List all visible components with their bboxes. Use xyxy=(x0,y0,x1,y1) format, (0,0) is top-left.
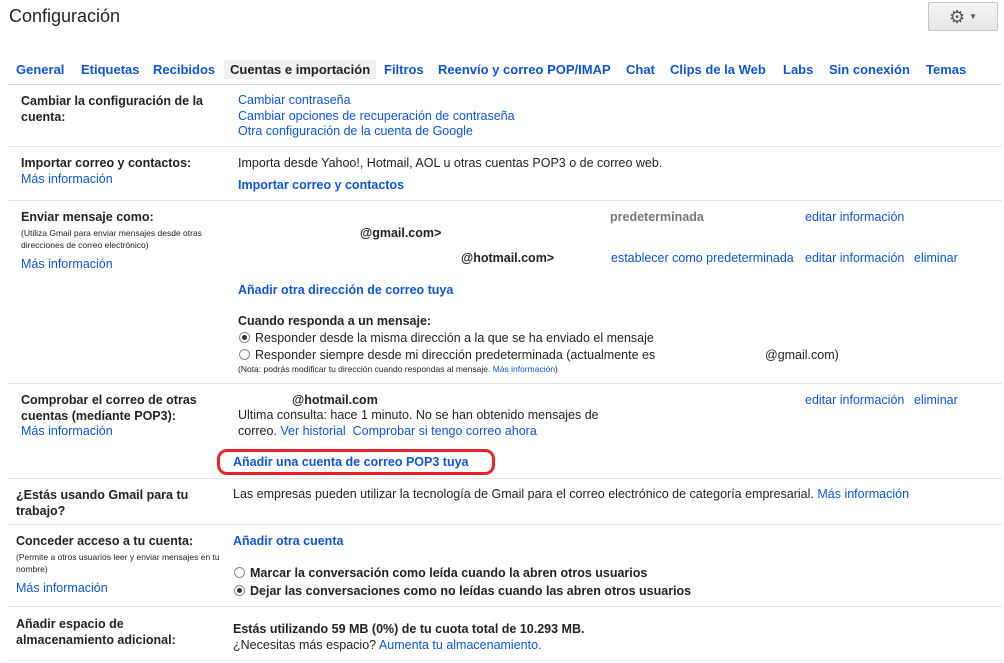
import-more-info-link[interactable]: Más información xyxy=(21,172,113,186)
tab-general[interactable]: General xyxy=(16,62,64,77)
view-history-link[interactable]: Ver historial xyxy=(280,424,345,438)
chevron-down-icon: ▼ xyxy=(969,12,978,21)
check-mail-now-link[interactable]: Comprobar si tengo correo ahora xyxy=(353,424,537,438)
tabs-divider xyxy=(8,84,1002,85)
section-divider xyxy=(8,146,1002,147)
pop3-more-info-link[interactable]: Más información xyxy=(21,424,113,438)
radio-unselected-icon[interactable] xyxy=(239,349,250,360)
pop3-label: Comprobar el correo de otras cuentas (me… xyxy=(21,393,197,423)
storage-more-row: ¿Necesitas más espacio? Aumenta tu almac… xyxy=(233,638,542,652)
tab-etiquetas[interactable]: Etiquetas xyxy=(81,62,140,77)
section-divider xyxy=(8,200,1002,201)
business-row: Las empresas pueden utilizar la tecnolog… xyxy=(233,487,909,501)
send-as-address-hotmail: @hotmail.com> xyxy=(461,251,555,265)
business-label: ¿Estás usando Gmail para tu trabajo? xyxy=(16,488,189,518)
pop3-delete-link[interactable]: eliminar xyxy=(914,393,958,407)
import-description: Importa desde Yahoo!, Hotmail, AOL u otr… xyxy=(238,156,663,170)
set-default-link[interactable]: establecer como predeterminada xyxy=(611,251,794,265)
send-as-note: (Utiliza Gmail para enviar mensajes desd… xyxy=(21,228,202,250)
business-description: Las empresas pueden utilizar la tecnolog… xyxy=(233,487,814,501)
radio-unselected-icon[interactable] xyxy=(234,567,245,578)
tab-temas[interactable]: Temas xyxy=(926,62,966,77)
import-mail-contacts-link[interactable]: Importar correo y contactos xyxy=(238,178,404,192)
reply-note: (Nota: podrás modificar tu dirección cua… xyxy=(238,363,558,375)
gear-icon: ⚙ xyxy=(948,6,966,27)
grant-access-label: Conceder acceso a tu cuenta: xyxy=(16,534,194,548)
reply-title: Cuando responda a un mensaje: xyxy=(238,314,432,328)
business-more-info-link[interactable]: Más información xyxy=(817,487,909,501)
account-settings-label: Cambiar la configuración de la cuenta: xyxy=(21,94,203,124)
recovery-options-link[interactable]: Cambiar opciones de recuperación de cont… xyxy=(238,109,515,123)
tab-clips-web[interactable]: Clips de la Web xyxy=(670,62,766,77)
section-divider xyxy=(8,383,1002,384)
edit-info-link-hotmail[interactable]: editar información xyxy=(805,251,904,265)
pop3-edit-info-link[interactable]: editar información xyxy=(805,393,904,407)
reply-note-end: ) xyxy=(555,364,558,374)
section-divider xyxy=(8,478,1002,479)
increase-storage-link[interactable]: Aumenta tu almacenamiento. xyxy=(379,638,542,652)
pop3-status-end: correo. xyxy=(238,424,277,438)
delete-link-hotmail[interactable]: eliminar xyxy=(914,251,958,265)
reply-option-same[interactable]: Responder desde la misma dirección a la … xyxy=(239,331,654,345)
storage-usage: Estás utilizando 59 MB (0%) de tu cuota … xyxy=(233,622,585,636)
send-as-label: Enviar mensaje como: xyxy=(21,210,154,224)
tab-recibidos[interactable]: Recibidos xyxy=(153,62,215,77)
add-another-account-link[interactable]: Añadir otra cuenta xyxy=(233,534,343,548)
highlight-annotation xyxy=(217,449,495,475)
pop3-status-line2: correo. Ver historial Comprobar si tengo… xyxy=(238,424,537,438)
tab-labs[interactable]: Labs xyxy=(783,62,813,77)
send-as-address-gmail: @gmail.com> xyxy=(360,226,442,240)
grant-option-leave-unread[interactable]: Dejar las conversaciones como no leídas … xyxy=(234,584,691,598)
pop3-account-address: @hotmail.com xyxy=(292,393,378,407)
reply-default-address: @gmail.com) xyxy=(765,348,839,362)
grant-access-note: (Permite a otros usuarios leer y enviar … xyxy=(16,552,220,574)
grant-option-leave-unread-label: Dejar las conversaciones como no leídas … xyxy=(250,584,692,598)
reply-option-same-label: Responder desde la misma dirección a la … xyxy=(255,331,654,345)
section-divider xyxy=(8,524,1002,525)
pop3-status: Ultima consulta: hace 1 minuto. No se ha… xyxy=(238,408,599,422)
radio-selected-icon[interactable] xyxy=(239,332,250,343)
radio-selected-icon[interactable] xyxy=(234,585,245,596)
settings-button[interactable]: ⚙ ▼ xyxy=(928,2,998,31)
section-divider xyxy=(8,606,1002,607)
default-label: predeterminada xyxy=(610,210,704,224)
reply-note-text: (Nota: podrás modificar tu dirección cua… xyxy=(238,364,491,374)
grant-option-mark-read-label: Marcar la conversación como leída cuando… xyxy=(250,566,648,580)
section-divider xyxy=(8,660,1002,661)
storage-label: Añadir espacio de almacenamiento adicion… xyxy=(16,617,176,647)
send-as-more-info-link[interactable]: Más información xyxy=(21,257,113,271)
tab-sin-conexion[interactable]: Sin conexión xyxy=(829,62,910,77)
reply-option-default[interactable]: Responder siempre desde mi dirección pre… xyxy=(239,348,655,362)
edit-info-link-gmail[interactable]: editar información xyxy=(805,210,904,224)
page-title: Configuración xyxy=(9,6,121,26)
reply-option-default-label: Responder siempre desde mi dirección pre… xyxy=(255,348,656,362)
tab-filtros[interactable]: Filtros xyxy=(384,62,424,77)
tab-cuentas-importacion[interactable]: Cuentas e importación xyxy=(224,60,377,79)
tab-reenvio-pop-imap[interactable]: Reenvío y correo POP/IMAP xyxy=(438,62,611,77)
google-account-settings-link[interactable]: Otra configuración de la cuenta de Googl… xyxy=(238,124,473,138)
import-label: Importar correo y contactos: xyxy=(21,156,192,170)
change-password-link[interactable]: Cambiar contraseña xyxy=(238,93,351,107)
reply-note-more-info-link[interactable]: Más información xyxy=(493,364,555,374)
add-email-address-link[interactable]: Añadir otra dirección de correo tuya xyxy=(238,283,453,297)
tab-chat[interactable]: Chat xyxy=(626,62,655,77)
grant-more-info-link[interactable]: Más información xyxy=(16,581,108,595)
storage-need-more: ¿Necesitas más espacio? xyxy=(233,638,377,652)
grant-option-mark-read[interactable]: Marcar la conversación como leída cuando… xyxy=(234,566,647,580)
